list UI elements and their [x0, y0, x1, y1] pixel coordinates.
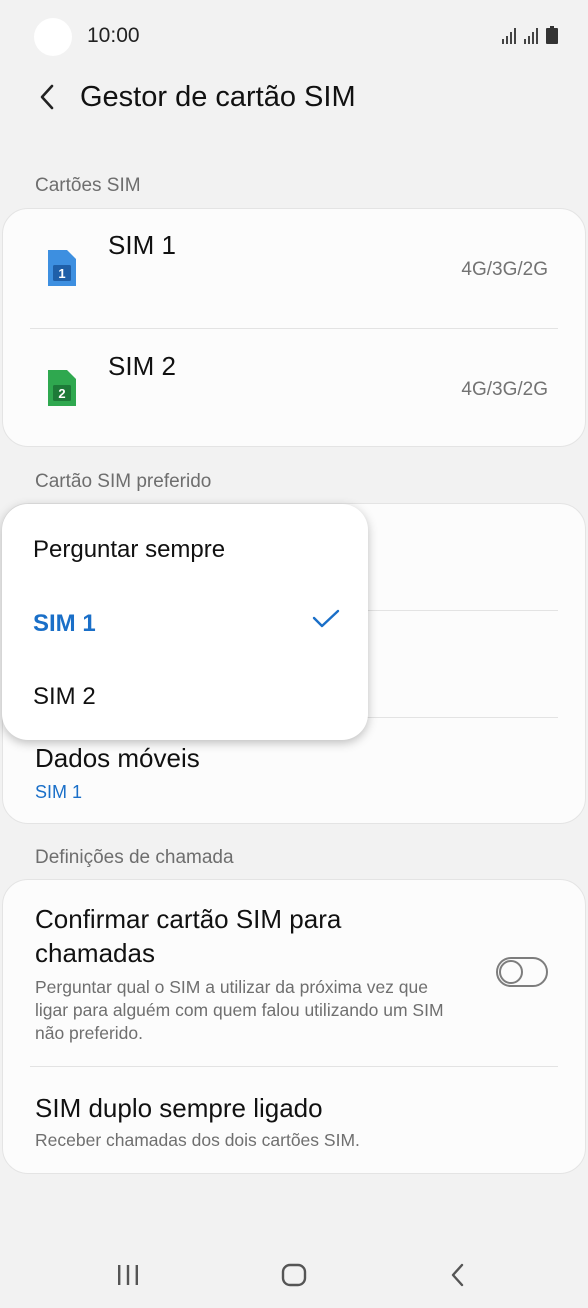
recents-icon	[118, 1265, 138, 1285]
sim-card-2-icon: 2	[48, 370, 76, 406]
dual-sim-description: Receber chamadas dos dois cartões SIM.	[35, 1130, 360, 1150]
status-bar: 10:00	[0, 0, 588, 74]
sim-1-network: 4G/3G/2G	[461, 259, 548, 280]
back-icon	[451, 1263, 464, 1287]
home-button[interactable]	[264, 1255, 324, 1295]
section-header-call-settings: Definições de chamada	[35, 847, 234, 868]
sim-card-1-icon: 1	[48, 250, 76, 286]
mobile-data-value: SIM 1	[35, 782, 83, 802]
divider	[30, 328, 558, 329]
status-icons	[502, 26, 558, 44]
mobile-data-title: Dados móveis	[35, 743, 200, 773]
check-icon	[312, 609, 340, 628]
status-time: 10:00	[87, 24, 140, 47]
back-button[interactable]	[30, 78, 64, 116]
svg-text:1: 1	[58, 266, 65, 281]
svg-text:2: 2	[58, 386, 65, 401]
page-title: Gestor de cartão SIM	[80, 81, 356, 113]
sim-2-name: SIM 2	[108, 351, 176, 381]
sim-2-network: 4G/3G/2G	[461, 379, 548, 400]
popup-option-sim-1-label: SIM 1	[33, 610, 96, 637]
home-icon	[281, 1263, 307, 1287]
popup-option-sim-2-label: SIM 2	[33, 683, 96, 710]
camera-cutout	[34, 18, 72, 56]
confirm-sim-description: Perguntar qual o SIM a utilizar da próxi…	[35, 977, 444, 1043]
signal-sim1-icon	[502, 28, 516, 44]
signal-sim2-icon	[524, 28, 538, 44]
nav-back-button[interactable]	[428, 1255, 488, 1295]
chevron-left-icon	[40, 84, 54, 110]
battery-icon	[546, 26, 558, 44]
sim-1-name: SIM 1	[108, 230, 176, 260]
section-header-sim-cards: Cartões SIM	[35, 175, 141, 196]
popup-option-ask-always-label: Perguntar sempre	[33, 536, 226, 563]
divider	[368, 610, 558, 611]
dual-sim-title: SIM duplo sempre ligado	[35, 1093, 323, 1123]
confirm-sim-title: Confirmar cartão SIM para chamadas	[35, 904, 342, 968]
recents-button[interactable]	[98, 1255, 158, 1295]
toggle-knob	[499, 960, 523, 984]
confirm-sim-toggle[interactable]	[496, 957, 548, 987]
section-header-preferred-sim: Cartão SIM preferido	[35, 471, 212, 492]
